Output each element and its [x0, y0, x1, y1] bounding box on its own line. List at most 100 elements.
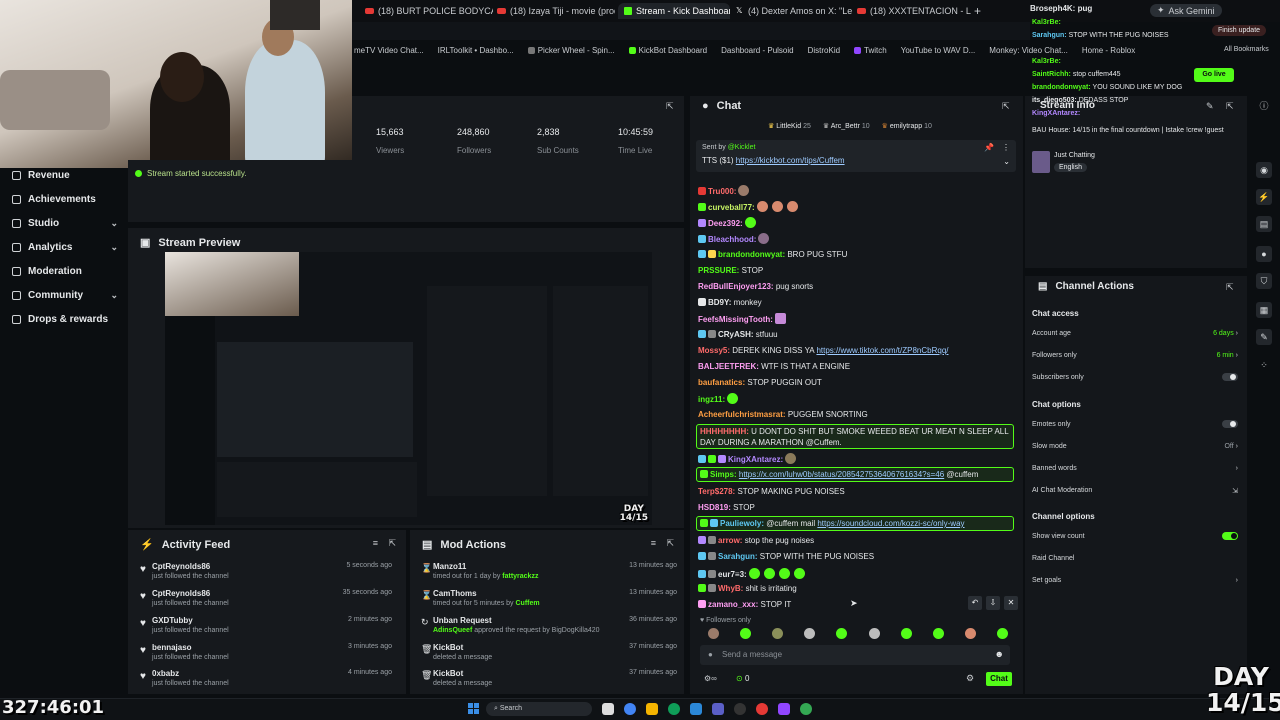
emote-icon[interactable]: [964, 628, 976, 639]
emote-icon[interactable]: [772, 628, 784, 639]
edge-icon[interactable]: [668, 703, 680, 715]
browser-tab[interactable]: (18) BURT POLICE BODYCAM F: [365, 3, 493, 19]
mod-action-user[interactable]: Manzo11: [433, 562, 466, 571]
sidebar-item-studio[interactable]: Studio ⌄: [12, 218, 118, 229]
chat-username[interactable]: RedBullEnjoyer123:: [698, 282, 774, 291]
chat-username[interactable]: HHHHHHHH:: [700, 427, 749, 436]
moderator-name[interactable]: AdinsQueef: [433, 627, 472, 634]
bookmark[interactable]: IRLToolkit • Dashbo...: [438, 46, 514, 55]
stream-preview-video[interactable]: DAY 14/15: [165, 252, 652, 525]
bookmark[interactable]: Home - Roblox: [1082, 46, 1135, 55]
emote-icon[interactable]: [932, 628, 944, 639]
option-raid-channel[interactable]: Raid Channel: [1032, 555, 1238, 562]
chat-username[interactable]: PRSSURE:: [698, 266, 739, 275]
pinned-link[interactable]: https://kickbot.com/tips/Cuffem: [736, 156, 845, 165]
moderator-name[interactable]: Cuffem: [515, 600, 539, 607]
bookmark[interactable]: meTV Video Chat...: [354, 46, 424, 55]
document-icon[interactable]: ▤: [1256, 216, 1272, 232]
option-account-age[interactable]: Account age 6 days ›: [1032, 330, 1238, 337]
filter-icon[interactable]: ≡: [651, 538, 656, 548]
emotes-only-toggle[interactable]: [1222, 420, 1238, 428]
emote-icon[interactable]: [836, 628, 848, 639]
chat-bubble-icon[interactable]: ●: [1256, 246, 1272, 262]
file-explorer-icon[interactable]: [646, 703, 658, 715]
finish-update-button[interactable]: Finish update: [1212, 25, 1267, 36]
sidebar-item-moderation[interactable]: Moderation: [12, 266, 82, 277]
follower-name[interactable]: CptReynolds86: [152, 589, 210, 598]
gear-icon[interactable]: ⚙: [966, 673, 974, 684]
popout-icon[interactable]: ⇱: [666, 538, 674, 549]
pinned-by-user[interactable]: @Kicklet: [728, 144, 756, 151]
lightning-icon[interactable]: ⚡: [1256, 189, 1272, 205]
bookmark[interactable]: Dashboard - Pulsoid: [721, 46, 793, 55]
chat-username[interactable]: Terp$278:: [698, 487, 735, 496]
store-icon[interactable]: [690, 703, 702, 715]
chat-username[interactable]: curveball77:: [708, 203, 755, 212]
chat-username[interactable]: arrow:: [718, 536, 742, 545]
chat-username[interactable]: Deez392:: [708, 219, 743, 228]
category-name[interactable]: Just Chatting: [1054, 152, 1095, 159]
chat-username[interactable]: brandondonwyat:: [718, 250, 785, 259]
browser-tab[interactable]: (18) XXXTENTACION - LOOK A: [857, 3, 971, 19]
chat-username[interactable]: BD9Y:: [708, 298, 731, 307]
mod-action-user[interactable]: KickBot: [433, 669, 463, 678]
mod-action-user[interactable]: CamThoms: [433, 589, 477, 598]
chat-username[interactable]: BALJEETFREK:: [698, 362, 759, 371]
filter-icon[interactable]: ≡: [373, 538, 378, 548]
pin-icon[interactable]: 📌: [984, 143, 994, 152]
wrench-icon[interactable]: ✎: [1256, 329, 1272, 345]
show-view-count-toggle[interactable]: [1222, 532, 1238, 540]
follower-name[interactable]: CptReynolds86: [152, 562, 210, 571]
emote-icon[interactable]: [900, 628, 912, 639]
popout-icon[interactable]: ⇱: [1002, 101, 1010, 112]
emote-icon[interactable]: [868, 628, 880, 639]
new-tab-button[interactable]: +: [974, 3, 986, 19]
send-chat-button[interactable]: Chat: [986, 672, 1012, 686]
popout-icon[interactable]: ⇱: [388, 538, 396, 549]
emote-icon[interactable]: [996, 628, 1008, 639]
sidebar-item-drops-rewards[interactable]: Drops & rewards: [12, 314, 108, 325]
chat-link[interactable]: https://soundcloud.com/kozzi-sc/only-way: [817, 519, 964, 528]
taskbar-search[interactable]: ⌕ Search: [486, 702, 592, 716]
app-icon[interactable]: [712, 703, 724, 715]
bookmark[interactable]: Picker Wheel - Spin...: [527, 46, 615, 55]
obs-icon[interactable]: [734, 703, 746, 715]
chevron-down-icon[interactable]: ⌄: [1003, 157, 1010, 166]
chat-link[interactable]: https://x.com/luhw0b/status/208542753640…: [739, 470, 944, 479]
chat-username[interactable]: eur7≡3:: [718, 570, 747, 579]
ask-gemini-button[interactable]: ✦ Ask Gemini: [1150, 4, 1222, 17]
emote-icon[interactable]: [740, 628, 752, 639]
option-followers-only[interactable]: Followers only 6 min ›: [1032, 352, 1238, 359]
bookmark[interactable]: Twitch: [854, 46, 887, 55]
follower-name[interactable]: 0xbabz: [152, 669, 179, 678]
go-live-button[interactable]: Go live: [1194, 68, 1234, 82]
chrome-icon[interactable]: [624, 703, 636, 715]
windows-start-icon[interactable]: [468, 703, 479, 714]
emoji-icon[interactable]: ☻: [995, 649, 1004, 659]
reply-icon[interactable]: ↶: [968, 596, 982, 610]
emote-icon[interactable]: [708, 628, 719, 639]
gifter[interactable]: ♛ emilytrapp 10: [882, 122, 932, 130]
layout-icon[interactable]: ▦: [1256, 302, 1272, 318]
chat-username[interactable]: Acheerfulchristmasrat:: [698, 410, 786, 419]
chat-username[interactable]: FeefsMissingTooth:: [698, 315, 773, 324]
sidebar-item-revenue[interactable]: Revenue: [12, 170, 70, 181]
bookmark[interactable]: DistroKid: [808, 46, 840, 55]
bookmark[interactable]: YouTube to WAV D...: [901, 46, 976, 55]
option-set-goals[interactable]: Set goals ›: [1032, 577, 1238, 584]
chat-input[interactable]: ● Send a message ☻: [700, 645, 1010, 665]
sidebar-item-community[interactable]: Community ⌄: [12, 290, 118, 301]
pin-icon[interactable]: ⇩: [986, 596, 1000, 610]
chat-username[interactable]: Bleachhood:: [708, 235, 756, 244]
browser-tab[interactable]: 𝕏 (4) Dexter Amos on X: "Leave t: [736, 3, 852, 19]
chat-username[interactable]: KingXAntarez:: [728, 455, 783, 464]
emote-icon[interactable]: [804, 628, 816, 639]
bookmark[interactable]: Monkey: Video Chat...: [989, 46, 1068, 55]
chat-username[interactable]: Tru000:: [708, 187, 736, 196]
bookmark[interactable]: KickBot Dashboard: [628, 46, 707, 55]
sidebar-item-analytics[interactable]: Analytics ⌄: [12, 242, 118, 253]
popout-icon[interactable]: ⇱: [1226, 101, 1234, 112]
info-icon[interactable]: ⓘ: [1256, 98, 1272, 114]
app-icon[interactable]: [756, 703, 768, 715]
chat-settings-left[interactable]: ⚙∞: [704, 674, 717, 683]
